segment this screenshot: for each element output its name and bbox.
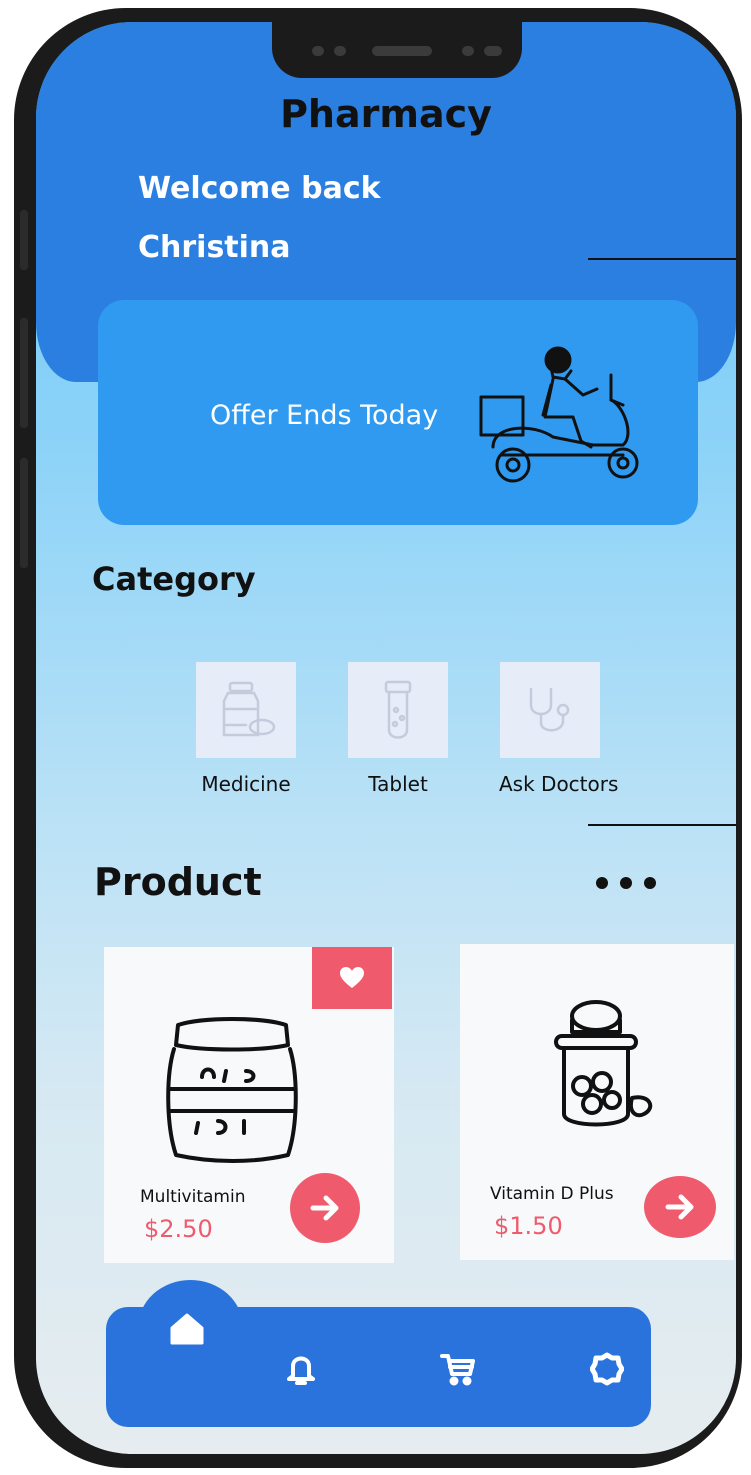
settings-icon [590,1352,624,1386]
offer-banner[interactable]: Offer Ends Today [98,300,698,525]
nav-home[interactable] [160,1302,214,1356]
product-price: $2.50 [144,1215,213,1243]
test-tube-icon [384,680,412,739]
divider-line [588,258,736,260]
app-screen: Pharmacy Welcome back Christina Offer En… [36,22,736,1454]
product-card[interactable]: Vitamin D Plus $1.50 [460,944,734,1260]
add-to-cart-button[interactable] [644,1176,716,1238]
arrow-right-icon [310,1195,339,1221]
arrow-right-icon [665,1194,694,1220]
category-label: Ask Doctors [499,772,619,796]
category-label: Medicine [201,772,291,796]
nav-settings[interactable] [582,1344,632,1394]
cart-icon [440,1354,475,1386]
more-dots-icon[interactable] [596,874,668,893]
page-title: Pharmacy [280,92,492,136]
delivery-scooter-icon [479,346,639,483]
category-medicine[interactable]: Medicine [195,662,297,796]
stethoscope-icon [529,687,570,732]
offer-text: Offer Ends Today [210,400,439,431]
vitamin-bottle-icon [554,1000,653,1127]
add-to-cart-button[interactable] [290,1173,360,1243]
multivitamin-jar-icon [166,1017,298,1163]
product-name: Multivitamin [140,1187,246,1207]
product-title: Product [94,860,262,904]
product-price: $1.50 [494,1212,563,1240]
category-tablet[interactable]: Tablet [347,662,449,796]
bell-icon [287,1356,315,1385]
user-name: Christina [138,230,291,265]
category-title: Category [92,560,256,598]
medicine-bottle-icon [222,681,276,737]
product-card[interactable]: Multivitamin $2.50 [104,947,394,1263]
divider-line [588,824,736,826]
favorite-button[interactable] [312,947,392,1009]
phone-side-button [20,458,28,568]
nav-notifications[interactable] [276,1344,326,1394]
nav-cart[interactable] [432,1344,484,1394]
category-ask-doctors[interactable]: Ask Doctors [499,662,619,796]
phone-notch [272,22,522,78]
phone-side-button [20,210,28,270]
phone-side-button [20,318,28,428]
product-name: Vitamin D Plus [490,1184,614,1204]
home-icon [170,1313,204,1345]
heart-icon [340,967,364,988]
category-label: Tablet [368,772,428,796]
welcome-text: Welcome back [138,171,381,206]
